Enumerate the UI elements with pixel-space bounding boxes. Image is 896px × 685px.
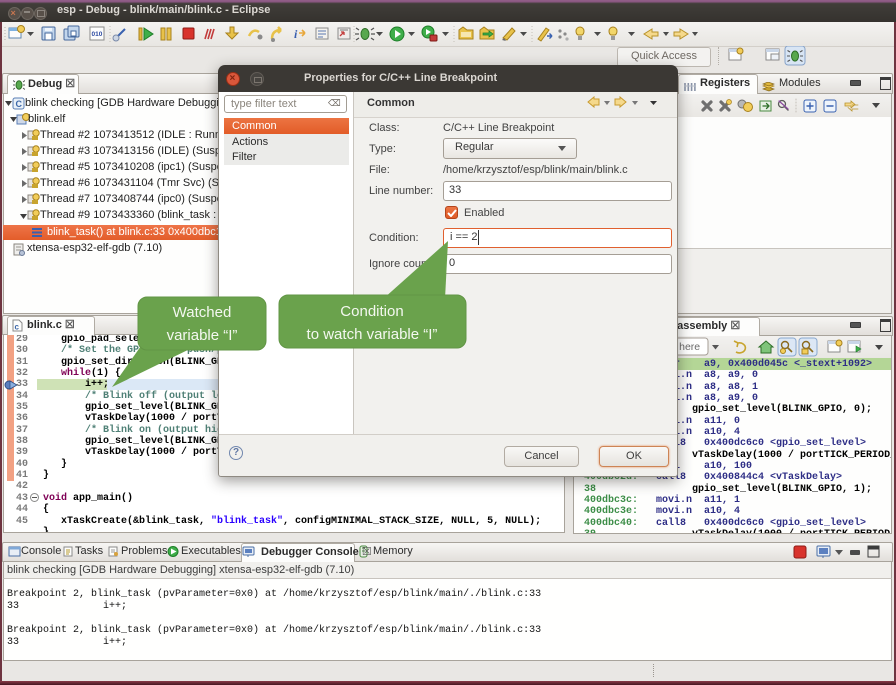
svg-text:Watched: Watched	[173, 304, 232, 321]
svg-text:variable “I”: variable “I”	[167, 327, 238, 344]
svg-text:to watch variable “I”: to watch variable “I”	[307, 326, 438, 343]
svg-text:Condition: Condition	[340, 303, 403, 320]
